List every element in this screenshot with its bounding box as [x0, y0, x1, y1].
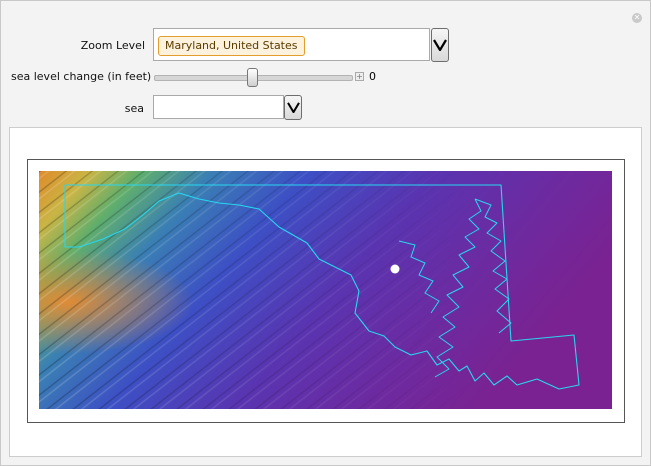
sea-level-slider-thumb[interactable] — [247, 68, 258, 87]
sea-level-value: 0 — [369, 70, 376, 83]
plus-icon[interactable]: + — [355, 72, 364, 81]
manipulate-panel: ✕ Zoom Level Maryland, United States sea… — [0, 0, 651, 466]
zoom-level-dropdown-button[interactable] — [431, 28, 449, 62]
elevation-map[interactable] — [39, 171, 612, 409]
zoom-level-token[interactable]: Maryland, United States — [158, 36, 305, 56]
close-icon[interactable]: ✕ — [632, 13, 642, 23]
zoom-level-input[interactable]: Maryland, United States — [153, 28, 430, 61]
sea-level-label: sea level change (in feet) — [11, 70, 152, 83]
zoom-level-label: Zoom Level — [80, 39, 145, 52]
chevron-down-icon — [433, 39, 447, 51]
location-marker — [390, 264, 400, 274]
sea-dropdown-button[interactable] — [284, 95, 302, 120]
sea-select[interactable] — [153, 95, 284, 119]
chevron-down-icon — [286, 102, 300, 113]
sea-label: sea — [124, 102, 144, 115]
ridge-shading — [39, 171, 612, 409]
